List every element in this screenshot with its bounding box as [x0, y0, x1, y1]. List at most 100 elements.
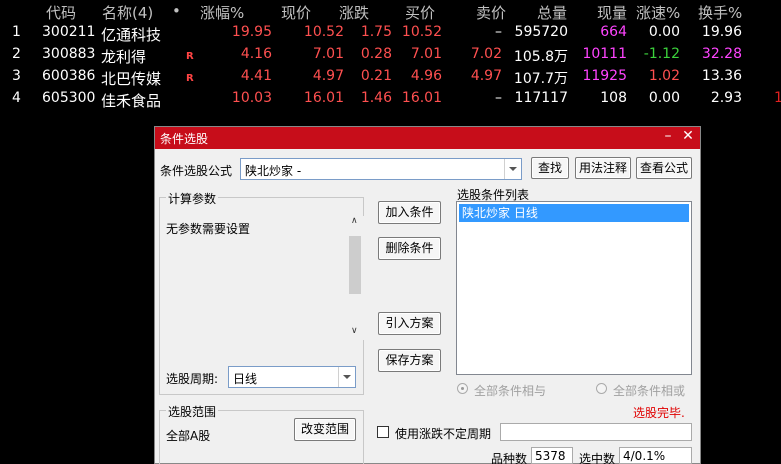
minimize-icon[interactable]: –	[659, 128, 677, 146]
cond-listbox[interactable]: 陕北炒家 日线	[456, 201, 692, 375]
margin-badge: R	[186, 51, 194, 62]
row-index: 2	[12, 46, 21, 62]
col-speed-header[interactable]: 涨速%	[636, 2, 680, 23]
table-row[interactable]: 4 605300 佳禾食品 10.03 16.01 1.46 16.01 – 1…	[0, 88, 781, 110]
table-row[interactable]: 3 600386 北巴传媒 R 4.41 4.97 0.21 4.96 4.97…	[0, 66, 781, 88]
formula-select[interactable]: 陕北炒家 -	[240, 158, 522, 180]
table-row[interactable]: 2 300883 龙利得 R 4.16 7.01 0.28 7.01 7.02 …	[0, 44, 781, 66]
radio-and[interactable]	[457, 383, 468, 394]
stock-pct: 10.03	[231, 90, 272, 106]
col-name-header[interactable]: 名称(4)	[102, 2, 153, 23]
calc-params-label: 计算参数	[166, 190, 219, 207]
scroll-thumb[interactable]	[349, 236, 361, 294]
radio-or[interactable]	[596, 383, 607, 394]
stock-price: 7.01	[312, 46, 344, 62]
count-label: 品种数	[491, 452, 528, 464]
col-bid-header[interactable]: 买价	[405, 2, 435, 23]
stock-code: 600386	[42, 68, 96, 84]
close-icon[interactable]: ✕	[679, 128, 697, 146]
stock-pct: 4.41	[240, 68, 272, 84]
stock-name: 亿通科技	[101, 26, 162, 44]
delete-condition-button[interactable]: 删除条件	[378, 237, 441, 260]
use-period-checkbox[interactable]	[377, 426, 389, 438]
col-ask-header[interactable]: 卖价	[476, 2, 506, 23]
col-price-header[interactable]: 现价	[281, 2, 311, 23]
stock-extra: 1	[774, 90, 781, 106]
hit-value: 4/0.1%	[623, 449, 666, 463]
stock-cur: 108	[600, 90, 627, 106]
stock-table: 代码 名称(4) • 涨幅% 现价 涨跌 买价 卖价 总量 现量 涨速% 换手%…	[0, 0, 781, 118]
row-index: 1	[12, 24, 21, 40]
period-label: 选股周期:	[166, 372, 219, 386]
col-pct-header[interactable]: 涨幅%	[200, 2, 244, 23]
stock-price: 4.97	[312, 68, 344, 84]
calc-params-group: 计算参数 无参数需要设置 ∧ ∨ 选股周期: 日线	[159, 190, 364, 395]
stock-speed: 1.02	[648, 68, 680, 84]
add-condition-button[interactable]: 加入条件	[378, 201, 441, 224]
no-params-text: 无参数需要设置	[166, 222, 251, 236]
stock-name: 龙利得	[101, 48, 147, 66]
period-value: 日线	[233, 372, 258, 386]
use-period-label[interactable]: 使用涨跌不定周期	[395, 425, 491, 442]
stock-volume: 117117	[514, 90, 568, 106]
range-group: 选股范围 全部A股 改变范围	[159, 403, 364, 464]
period-field[interactable]	[500, 423, 692, 441]
params-scrollbar[interactable]: ∧ ∨	[347, 216, 364, 340]
usage-notes-button[interactable]: 用法注释	[575, 157, 631, 179]
col-volume-header[interactable]: 总量	[537, 2, 567, 23]
radio-and-label[interactable]: 全部条件相与	[474, 382, 546, 399]
cond-list-item[interactable]: 陕北炒家 日线	[459, 204, 689, 222]
radio-dot	[461, 387, 464, 390]
count-value: 5378	[535, 449, 566, 463]
stock-code: 300211	[42, 24, 96, 40]
formula-dropdown-button[interactable]	[504, 159, 521, 179]
stock-ask: –	[495, 24, 502, 40]
stock-change: 0.21	[360, 68, 392, 84]
stock-cur: 11925	[582, 68, 627, 84]
col-dot-header: •	[172, 2, 181, 20]
stock-code: 300883	[42, 46, 96, 62]
scroll-up-icon[interactable]: ∧	[351, 216, 358, 226]
stock-change: 0.28	[360, 46, 392, 62]
col-code-header[interactable]: 代码	[46, 2, 76, 23]
stock-speed: -1.12	[643, 46, 680, 62]
col-change-header[interactable]: 涨跌	[339, 2, 369, 23]
table-row[interactable]: 1 300211 亿通科技 19.95 10.52 1.75 10.52 – 5…	[0, 22, 781, 44]
import-scheme-button[interactable]: 引入方案	[378, 312, 441, 335]
view-formula-button[interactable]: 查看公式	[636, 157, 692, 179]
stock-turnover: 13.36	[701, 68, 742, 84]
count-field: 5378	[531, 447, 573, 464]
stock-volume: 595720	[514, 24, 568, 40]
stock-ask: –	[495, 90, 502, 106]
radio-or-label[interactable]: 全部条件相或	[613, 382, 685, 399]
stock-turnover: 2.93	[710, 90, 742, 106]
period-dropdown-button[interactable]	[338, 367, 355, 387]
status-text: 选股完毕.	[633, 406, 685, 420]
stock-bid: 16.01	[401, 90, 442, 106]
scroll-down-icon[interactable]: ∨	[351, 326, 358, 336]
change-range-button[interactable]: 改变范围	[294, 418, 356, 441]
dialog-titlebar[interactable]: 条件选股 – ✕	[155, 127, 700, 149]
stock-ask: 4.97	[470, 68, 502, 84]
stock-price: 16.01	[303, 90, 344, 106]
stock-price: 10.52	[303, 24, 344, 40]
dialog-title: 条件选股	[160, 132, 209, 146]
col-cur-header[interactable]: 现量	[597, 2, 627, 23]
range-label: 选股范围	[166, 403, 219, 420]
range-value: 全部A股	[166, 429, 211, 443]
save-scheme-button[interactable]: 保存方案	[378, 349, 441, 372]
stock-change: 1.75	[360, 24, 392, 40]
row-index: 4	[12, 90, 21, 106]
stock-speed: 0.00	[648, 24, 680, 40]
hit-label: 选中数	[579, 452, 616, 464]
stock-cur: 664	[600, 24, 627, 40]
stock-name: 佳禾食品	[101, 92, 162, 110]
stock-pct: 4.16	[240, 46, 272, 62]
find-button[interactable]: 查找	[531, 157, 569, 179]
col-turnover-header[interactable]: 换手%	[698, 2, 742, 23]
stock-volume: 105.8万	[513, 49, 568, 65]
stock-volume: 107.7万	[513, 71, 568, 87]
period-select[interactable]: 日线	[228, 366, 356, 388]
stock-bid: 10.52	[401, 24, 442, 40]
formula-value: 陕北炒家 -	[245, 164, 302, 178]
